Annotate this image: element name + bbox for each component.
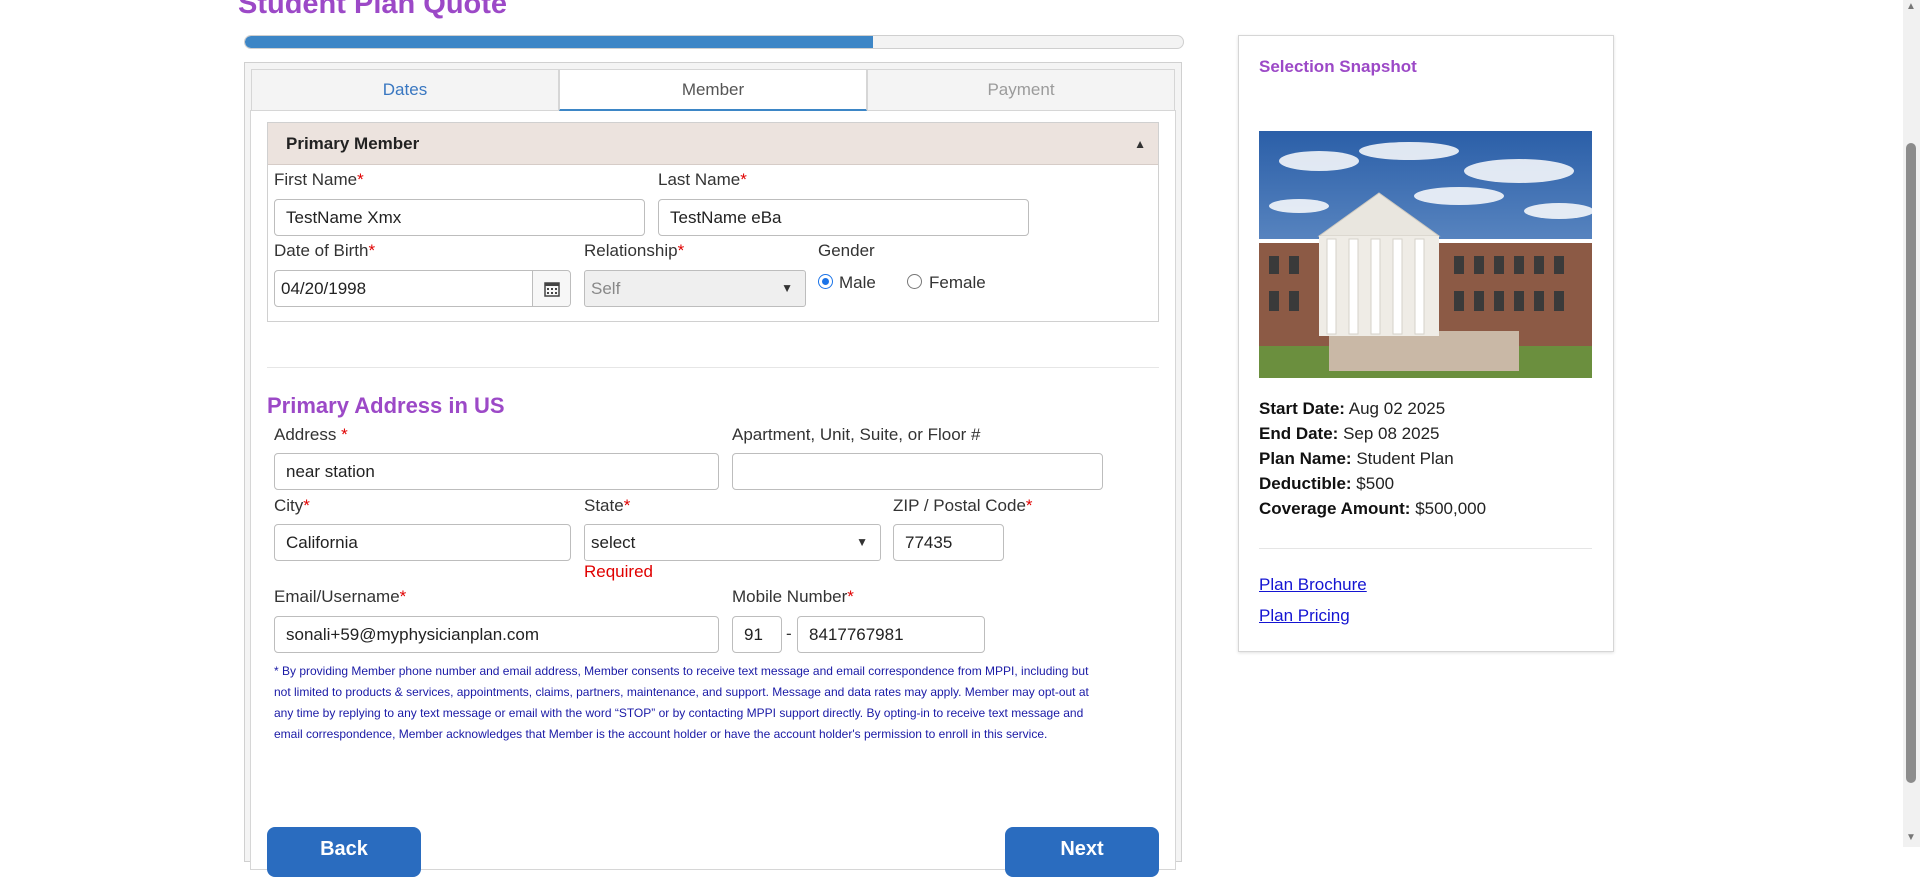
dob-label: Date of Birth* — [274, 241, 376, 260]
scroll-up-icon[interactable]: ▲ — [1905, 1, 1917, 12]
zip-input[interactable]: 77435 — [893, 524, 1004, 561]
chevron-down-icon: ▼ — [781, 281, 793, 295]
snapshot-plan-name: Plan Name: Student Plan — [1259, 449, 1454, 468]
city-input[interactable]: California — [274, 524, 571, 561]
section-title: Primary Member — [286, 134, 420, 153]
email-label: Email/Username* — [274, 587, 407, 606]
tab-payment[interactable]: Payment — [867, 69, 1175, 111]
apartment-input[interactable] — [732, 453, 1103, 490]
scroll-down-icon[interactable]: ▼ — [1905, 832, 1917, 843]
snapshot-coverage: Coverage Amount: $500,000 — [1259, 499, 1487, 518]
relationship-value: Self — [591, 279, 621, 298]
scrollbar-thumb[interactable] — [1906, 143, 1916, 783]
zip-label: ZIP / Postal Code* — [893, 496, 1033, 515]
plan-brochure-link[interactable]: Plan Brochure — [1259, 575, 1367, 595]
address-label: Address * — [274, 425, 348, 444]
last-name-label: Last Name* — [658, 170, 747, 189]
last-name-input[interactable]: TestName eBa — [658, 199, 1029, 236]
address-section-title: Primary Address in US — [267, 393, 505, 418]
email-input[interactable]: sonali+59@myphysicianplan.com — [274, 616, 719, 653]
progress-fill — [245, 36, 874, 48]
city-label: City* — [274, 496, 310, 515]
snapshot-start-date: Start Date: Aug 02 2025 — [1259, 399, 1446, 418]
first-name-input[interactable]: TestName Xmx — [274, 199, 645, 236]
mobile-label: Mobile Number* — [732, 587, 854, 606]
page-title: Student Plan Quote — [238, 0, 508, 20]
dob-value: 04/20/1998 — [281, 279, 367, 298]
state-value: select — [591, 533, 636, 552]
chevron-down-icon: ▼ — [856, 535, 868, 549]
tab-dates[interactable]: Dates — [251, 69, 559, 111]
phone-separator: - — [786, 624, 792, 643]
plan-pricing-link[interactable]: Plan Pricing — [1259, 606, 1350, 626]
gender-male-label[interactable]: Male — [839, 273, 876, 293]
state-error: Required — [584, 562, 653, 581]
consent-disclaimer: * By providing Member phone number and e… — [274, 664, 1089, 741]
next-button[interactable]: Next — [1005, 827, 1159, 877]
caret-up-icon[interactable]: ▲ — [1134, 137, 1146, 151]
tab-member[interactable]: Member — [559, 69, 867, 111]
snapshot-end-date: End Date: Sep 08 2025 — [1259, 424, 1440, 443]
address-input[interactable]: near station — [274, 453, 719, 490]
apartment-label: Apartment, Unit, Suite, or Floor # — [732, 425, 981, 444]
back-button[interactable]: Back — [267, 827, 421, 877]
gender-female-radio[interactable] — [907, 274, 922, 289]
mobile-number-input[interactable]: 8417767981 — [797, 616, 985, 653]
snapshot-title: Selection Snapshot — [1259, 57, 1417, 76]
relationship-select[interactable]: Self ▼ — [584, 270, 806, 307]
first-name-label: First Name* — [274, 170, 364, 189]
gender-female-label[interactable]: Female — [929, 273, 986, 293]
country-code-input[interactable]: 91 — [732, 616, 782, 653]
state-label: State* — [584, 496, 631, 515]
calendar-icon[interactable] — [532, 271, 570, 306]
campus-building-image — [1259, 131, 1592, 378]
section-divider — [267, 367, 1159, 368]
relationship-label: Relationship* — [584, 241, 685, 260]
snapshot-divider — [1259, 548, 1592, 549]
progress-bar — [244, 35, 1184, 49]
snapshot-deductible: Deductible: $500 — [1259, 474, 1395, 493]
gender-label: Gender — [818, 241, 875, 260]
primary-member-header[interactable]: Primary Member ▲ — [268, 123, 1158, 165]
gender-male-radio[interactable] — [818, 274, 833, 289]
dob-input[interactable]: 04/20/1998 — [274, 270, 571, 307]
state-select[interactable]: select ▼ — [584, 524, 881, 561]
